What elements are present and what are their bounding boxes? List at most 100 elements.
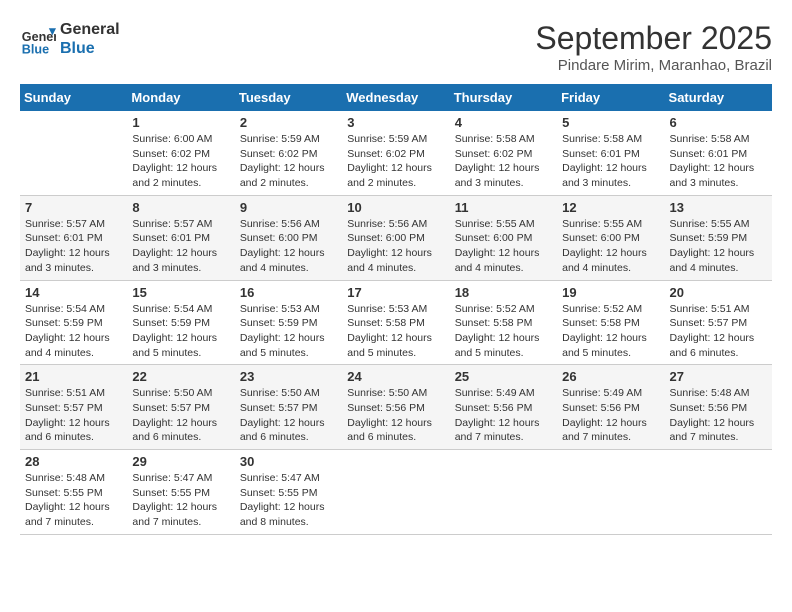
week-row-4: 21 Sunrise: 5:51 AM Sunset: 5:57 PM Dayli… — [20, 365, 772, 450]
day-number: 21 — [25, 369, 122, 384]
logo-general: General — [60, 20, 120, 39]
day-info: Sunrise: 5:50 AM Sunset: 5:57 PM Dayligh… — [132, 386, 229, 445]
day-number: 15 — [132, 285, 229, 300]
calendar-cell: 27Sunrise: 5:48 AM Sunset: 5:56 PM Dayli… — [665, 365, 772, 450]
day-number: 29 — [132, 454, 229, 469]
day-number: 18 — [455, 285, 552, 300]
calendar-cell: 29 Sunrise: 5:47 AM Sunset: 5:55 PM Dayli… — [127, 450, 234, 535]
calendar-cell: 25 Sunrise: 5:49 AM Sunset: 5:56 PM Dayli… — [450, 365, 557, 450]
svg-text:Blue: Blue — [22, 43, 49, 57]
calendar-cell: 11 Sunrise: 5:55 AM Sunset: 6:00 PM Dayli… — [450, 195, 557, 280]
day-info: Sunrise: 5:55 AM Sunset: 6:00 PM Dayligh… — [455, 217, 552, 276]
day-info: Sunrise: 5:47 AM Sunset: 5:55 PM Dayligh… — [240, 471, 337, 530]
day-number: 13 — [670, 200, 767, 215]
month-title: September 2025 — [535, 20, 772, 57]
day-info: Sunrise: 5:56 AM Sunset: 6:00 PM Dayligh… — [240, 217, 337, 276]
week-row-2: 7Sunrise: 5:57 AM Sunset: 6:01 PM Daylig… — [20, 195, 772, 280]
page-header: General Blue General Blue September 2025… — [20, 20, 772, 74]
day-header-friday: Friday — [557, 84, 664, 111]
day-info: Sunrise: 5:51 AM Sunset: 5:57 PM Dayligh… — [25, 386, 122, 445]
logo-icon: General Blue — [20, 21, 56, 57]
calendar-cell: 15 Sunrise: 5:54 AM Sunset: 5:59 PM Dayli… — [127, 280, 234, 365]
day-number: 30 — [240, 454, 337, 469]
calendar-cell: 3Sunrise: 5:59 AM Sunset: 6:02 PM Daylig… — [342, 111, 449, 195]
day-info: Sunrise: 5:54 AM Sunset: 5:59 PM Dayligh… — [132, 302, 229, 361]
location: Pindare Mirim, Maranhao, Brazil — [535, 57, 772, 74]
calendar-cell: 26 Sunrise: 5:49 AM Sunset: 5:56 PM Dayli… — [557, 365, 664, 450]
calendar-cell — [450, 450, 557, 535]
calendar-cell: 24Sunrise: 5:50 AM Sunset: 5:56 PM Dayli… — [342, 365, 449, 450]
day-number: 5 — [562, 115, 659, 130]
calendar-table: SundayMondayTuesdayWednesdayThursdayFrid… — [20, 84, 772, 535]
calendar-cell: 23 Sunrise: 5:50 AM Sunset: 5:57 PM Dayli… — [235, 365, 342, 450]
day-info: Sunrise: 5:58 AM Sunset: 6:02 PM Dayligh… — [455, 132, 552, 191]
day-number: 28 — [25, 454, 122, 469]
calendar-cell: 10Sunrise: 5:56 AM Sunset: 6:00 PM Dayli… — [342, 195, 449, 280]
calendar-cell: 21 Sunrise: 5:51 AM Sunset: 5:57 PM Dayli… — [20, 365, 127, 450]
day-number: 16 — [240, 285, 337, 300]
calendar-cell: 22 Sunrise: 5:50 AM Sunset: 5:57 PM Dayli… — [127, 365, 234, 450]
day-info: Sunrise: 5:56 AM Sunset: 6:00 PM Dayligh… — [347, 217, 444, 276]
calendar-cell: 4 Sunrise: 5:58 AM Sunset: 6:02 PM Daylig… — [450, 111, 557, 195]
calendar-cell: 1 Sunrise: 6:00 AM Sunset: 6:02 PM Daylig… — [127, 111, 234, 195]
day-number: 8 — [132, 200, 229, 215]
day-info: Sunrise: 5:59 AM Sunset: 6:02 PM Dayligh… — [347, 132, 444, 191]
calendar-cell: 28 Sunrise: 5:48 AM Sunset: 5:55 PM Dayli… — [20, 450, 127, 535]
week-row-3: 14 Sunrise: 5:54 AM Sunset: 5:59 PM Dayli… — [20, 280, 772, 365]
day-number: 1 — [132, 115, 229, 130]
day-info: Sunrise: 5:50 AM Sunset: 5:57 PM Dayligh… — [240, 386, 337, 445]
calendar-cell: 2 Sunrise: 5:59 AM Sunset: 6:02 PM Daylig… — [235, 111, 342, 195]
day-number: 24 — [347, 369, 444, 384]
day-info: Sunrise: 5:48 AM Sunset: 5:56 PM Dayligh… — [670, 386, 767, 445]
day-info: Sunrise: 5:57 AM Sunset: 6:01 PM Dayligh… — [132, 217, 229, 276]
day-number: 17 — [347, 285, 444, 300]
calendar-cell: 30 Sunrise: 5:47 AM Sunset: 5:55 PM Dayli… — [235, 450, 342, 535]
day-number: 14 — [25, 285, 122, 300]
calendar-cell: 18 Sunrise: 5:52 AM Sunset: 5:58 PM Dayli… — [450, 280, 557, 365]
day-number: 11 — [455, 200, 552, 215]
calendar-cell: 6 Sunrise: 5:58 AM Sunset: 6:01 PM Daylig… — [665, 111, 772, 195]
week-row-5: 28 Sunrise: 5:48 AM Sunset: 5:55 PM Dayli… — [20, 450, 772, 535]
day-info: Sunrise: 5:55 AM Sunset: 5:59 PM Dayligh… — [670, 217, 767, 276]
title-block: September 2025 Pindare Mirim, Maranhao, … — [535, 20, 772, 74]
day-header-thursday: Thursday — [450, 84, 557, 111]
day-number: 26 — [562, 369, 659, 384]
day-info: Sunrise: 5:47 AM Sunset: 5:55 PM Dayligh… — [132, 471, 229, 530]
calendar-cell: 20 Sunrise: 5:51 AM Sunset: 5:57 PM Dayli… — [665, 280, 772, 365]
day-info: Sunrise: 5:58 AM Sunset: 6:01 PM Dayligh… — [562, 132, 659, 191]
day-number: 19 — [562, 285, 659, 300]
week-row-1: 1 Sunrise: 6:00 AM Sunset: 6:02 PM Daylig… — [20, 111, 772, 195]
day-info: Sunrise: 5:49 AM Sunset: 5:56 PM Dayligh… — [562, 386, 659, 445]
day-number: 23 — [240, 369, 337, 384]
calendar-cell: 17Sunrise: 5:53 AM Sunset: 5:58 PM Dayli… — [342, 280, 449, 365]
day-info: Sunrise: 5:54 AM Sunset: 5:59 PM Dayligh… — [25, 302, 122, 361]
day-info: Sunrise: 5:49 AM Sunset: 5:56 PM Dayligh… — [455, 386, 552, 445]
day-info: Sunrise: 6:00 AM Sunset: 6:02 PM Dayligh… — [132, 132, 229, 191]
day-number: 4 — [455, 115, 552, 130]
day-info: Sunrise: 5:57 AM Sunset: 6:01 PM Dayligh… — [25, 217, 122, 276]
calendar-cell — [557, 450, 664, 535]
calendar-cell — [342, 450, 449, 535]
calendar-cell: 16 Sunrise: 5:53 AM Sunset: 5:59 PM Dayli… — [235, 280, 342, 365]
calendar-cell: 9Sunrise: 5:56 AM Sunset: 6:00 PM Daylig… — [235, 195, 342, 280]
day-info: Sunrise: 5:52 AM Sunset: 5:58 PM Dayligh… — [562, 302, 659, 361]
calendar-cell — [20, 111, 127, 195]
day-header-monday: Monday — [127, 84, 234, 111]
day-number: 25 — [455, 369, 552, 384]
day-number: 6 — [670, 115, 767, 130]
day-info: Sunrise: 5:55 AM Sunset: 6:00 PM Dayligh… — [562, 217, 659, 276]
day-info: Sunrise: 5:48 AM Sunset: 5:55 PM Dayligh… — [25, 471, 122, 530]
calendar-cell — [665, 450, 772, 535]
day-info: Sunrise: 5:53 AM Sunset: 5:59 PM Dayligh… — [240, 302, 337, 361]
day-number: 2 — [240, 115, 337, 130]
logo: General Blue General Blue — [20, 20, 120, 58]
day-info: Sunrise: 5:58 AM Sunset: 6:01 PM Dayligh… — [670, 132, 767, 191]
day-info: Sunrise: 5:51 AM Sunset: 5:57 PM Dayligh… — [670, 302, 767, 361]
day-info: Sunrise: 5:59 AM Sunset: 6:02 PM Dayligh… — [240, 132, 337, 191]
day-number: 20 — [670, 285, 767, 300]
day-header-sunday: Sunday — [20, 84, 127, 111]
day-header-tuesday: Tuesday — [235, 84, 342, 111]
day-info: Sunrise: 5:52 AM Sunset: 5:58 PM Dayligh… — [455, 302, 552, 361]
day-number: 22 — [132, 369, 229, 384]
calendar-cell: 5 Sunrise: 5:58 AM Sunset: 6:01 PM Daylig… — [557, 111, 664, 195]
